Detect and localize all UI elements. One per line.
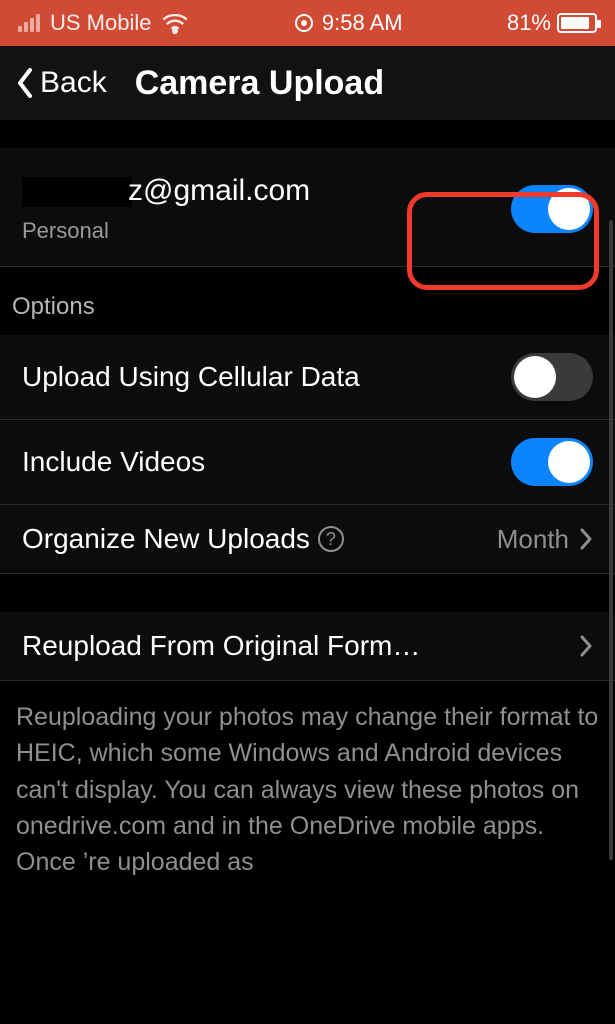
account-row: z@gmail.com Personal bbox=[0, 148, 615, 267]
redacted-block bbox=[22, 177, 132, 207]
videos-label: Include Videos bbox=[22, 446, 205, 478]
nav-header: Back Camera Upload bbox=[0, 46, 615, 120]
scrollbar[interactable] bbox=[609, 220, 613, 860]
carrier-label: US Mobile bbox=[50, 10, 151, 36]
cellular-row[interactable]: Upload Using Cellular Data bbox=[0, 335, 615, 420]
reupload-row[interactable]: Reupload From Original Form… bbox=[0, 612, 615, 681]
status-bar: US Mobile 9:58 AM 81% bbox=[0, 0, 615, 46]
videos-toggle[interactable] bbox=[511, 438, 593, 486]
account-email: z@gmail.com bbox=[22, 174, 310, 208]
organize-value: Month bbox=[497, 524, 569, 555]
back-button[interactable]: Back bbox=[6, 60, 117, 106]
options-section-header: Options bbox=[0, 267, 615, 335]
wifi-icon bbox=[161, 12, 189, 34]
reupload-label: Reupload From Original Form… bbox=[22, 630, 420, 662]
chevron-left-icon bbox=[16, 68, 34, 98]
chevron-right-icon bbox=[579, 527, 593, 551]
footer-description: Reuploading your photos may change their… bbox=[0, 681, 615, 880]
status-right: 81% bbox=[507, 10, 597, 36]
recording-icon bbox=[294, 13, 314, 33]
organize-label: Organize New Uploads bbox=[22, 523, 310, 555]
page-title: Camera Upload bbox=[135, 64, 384, 103]
status-center: 9:58 AM bbox=[189, 10, 506, 36]
battery-pct-label: 81% bbox=[507, 10, 551, 36]
organize-row[interactable]: Organize New Uploads ? Month bbox=[0, 505, 615, 574]
cellular-label: Upload Using Cellular Data bbox=[22, 361, 360, 393]
account-toggle[interactable] bbox=[511, 185, 593, 233]
chevron-right-icon bbox=[579, 634, 593, 658]
back-label: Back bbox=[40, 66, 107, 100]
status-left: US Mobile bbox=[18, 10, 189, 36]
clock-label: 9:58 AM bbox=[322, 10, 403, 36]
videos-row[interactable]: Include Videos bbox=[0, 420, 615, 505]
account-type-label: Personal bbox=[22, 218, 310, 244]
help-icon[interactable]: ? bbox=[318, 526, 344, 552]
cellular-toggle[interactable] bbox=[511, 353, 593, 401]
account-email-suffix: z@gmail.com bbox=[128, 174, 310, 207]
signal-icon bbox=[18, 14, 40, 32]
battery-icon bbox=[557, 13, 597, 33]
